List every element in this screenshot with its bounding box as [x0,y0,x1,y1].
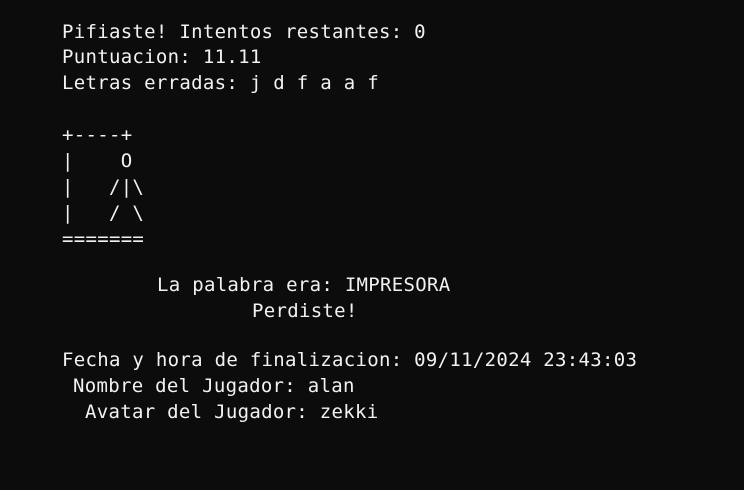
wrong-letters-text: Letras erradas: j d f a a f [62,72,379,94]
word-reveal-text: La palabra era: IMPRESORA [157,274,451,296]
score-text: Puntuacion: 11.11 [62,46,262,68]
console-window: Pifiaste! Intentos restantes: 0 Puntuaci… [0,0,744,490]
attempts-message: Pifiaste! Intentos restantes: 0 [62,21,426,43]
player-name-text: Nombre del Jugador: alan [73,375,355,397]
player-avatar-text: Avatar del Jugador: zekki [85,401,379,423]
finish-datetime-text: Fecha y hora de finalizacion: 09/11/2024… [62,349,638,371]
hangman-ascii-art: +----+ | O | /|\ | / \ ======= [62,124,145,250]
outcome-text: Perdiste! [252,300,358,322]
